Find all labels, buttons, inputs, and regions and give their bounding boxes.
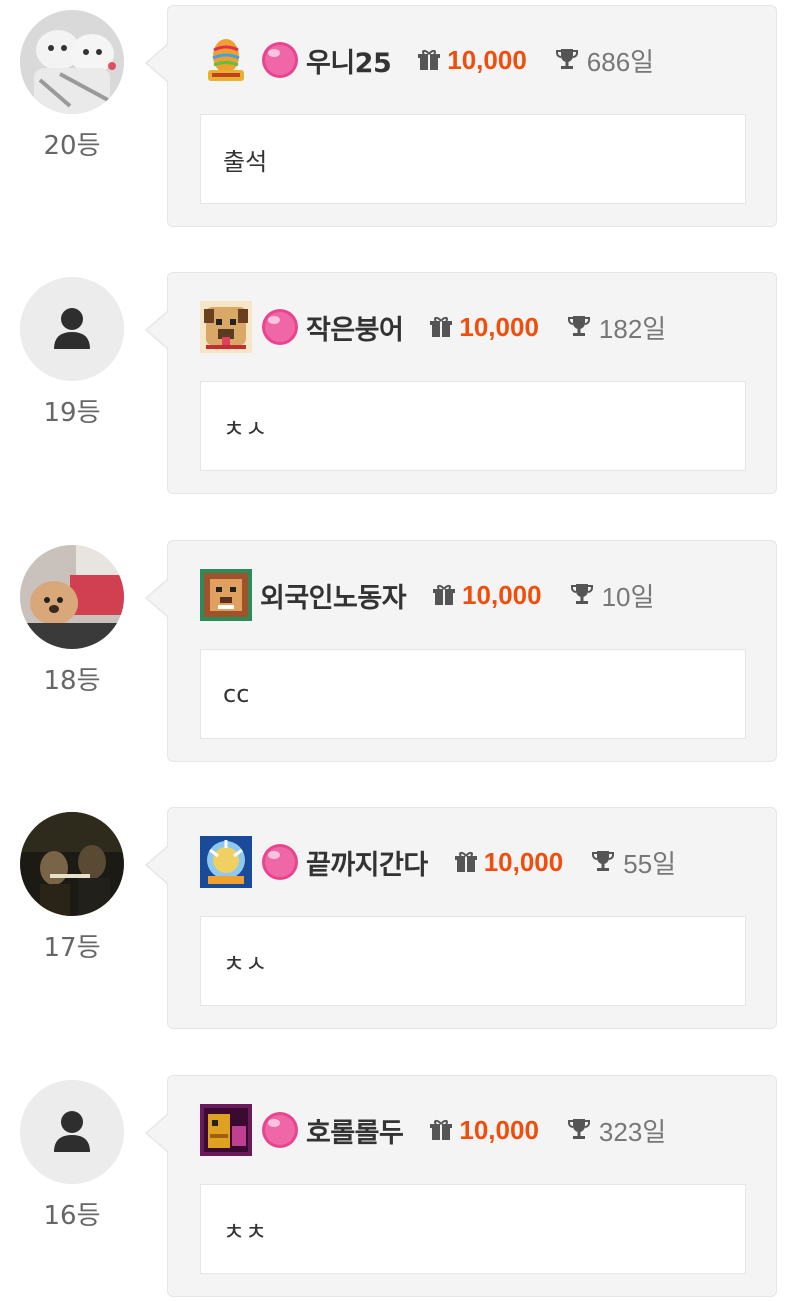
rank-label: 19등: [43, 398, 101, 428]
comment-bubble: 우니25 10,000 686일 출석: [145, 5, 777, 227]
comment-text: ㅊㅅ: [200, 916, 746, 1006]
nickname[interactable]: 우니25: [306, 41, 392, 80]
attendance-days: 182일: [598, 313, 667, 344]
pink-candy-icon: [260, 842, 300, 882]
puppy-photo-avatar[interactable]: [20, 545, 124, 649]
entry-header: 호롤롤두 10,000 323일: [200, 1104, 766, 1156]
ranking-entry: 18등 외국인노동자 10,000 10일 cc: [0, 540, 800, 766]
gift-icon: [429, 1118, 453, 1142]
comment-text: 출석: [200, 114, 746, 204]
trophy-icon: [567, 314, 593, 340]
pink-candy-icon: [260, 40, 300, 80]
entry-header: 외국인노동자 10,000 10일: [200, 569, 766, 621]
default-user-avatar[interactable]: [20, 277, 124, 381]
trophy-icon: [555, 47, 581, 73]
nickname[interactable]: 외국인노동자: [260, 576, 407, 615]
points-value: 10,000: [459, 1114, 539, 1145]
movie-still-avatar[interactable]: [20, 812, 124, 916]
trophy-icon: [570, 582, 596, 608]
points-value: 10,000: [447, 44, 527, 75]
points-value: 10,000: [462, 579, 542, 610]
attendance-days: 10일: [601, 581, 655, 612]
ranking-entry: 20등 우니25 10,000 686일 출석: [0, 5, 800, 231]
comment-bubble: 외국인노동자 10,000 10일 cc: [145, 540, 777, 762]
ranking-entry: 17등 끝까지간다 10,000 55일 ㅊㅅ: [0, 807, 800, 1033]
nickname[interactable]: 끝까지간다: [306, 843, 428, 882]
gift-icon: [417, 48, 441, 72]
rank-label: 20등: [43, 131, 101, 161]
rank-label: 16등: [43, 1201, 101, 1231]
entry-header: 우니25 10,000 686일: [200, 34, 766, 86]
gift-icon: [429, 315, 453, 339]
nickname[interactable]: 작은붕어: [306, 308, 404, 347]
pug-level-icon: [200, 301, 252, 353]
default-user-avatar[interactable]: [20, 1080, 124, 1184]
comment-text: ㅊㅅ: [200, 381, 746, 471]
ranking-entry: 16등 호롤롤두 10,000 323일 ㅊㅊ: [0, 1075, 800, 1301]
comment-text: cc: [200, 649, 746, 739]
points-value: 10,000: [459, 311, 539, 342]
dragon-shield-level-icon: [200, 836, 252, 888]
comment-bubble: 호롤롤두 10,000 323일 ㅊㅊ: [145, 1075, 777, 1297]
trophy-icon: [591, 849, 617, 875]
easter-egg-level-icon: [200, 34, 252, 86]
gift-icon: [432, 583, 456, 607]
trophy-icon: [567, 1117, 593, 1143]
pink-candy-icon: [260, 307, 300, 347]
nickname[interactable]: 호롤롤두: [306, 1111, 404, 1150]
gift-icon: [454, 850, 478, 874]
attendance-days: 55일: [623, 848, 677, 879]
entry-header: 작은붕어 10,000 182일: [200, 301, 766, 353]
attendance-days: 323일: [598, 1116, 667, 1147]
points-value: 10,000: [483, 846, 564, 877]
attendance-ranking-list: 20등 우니25 10,000 686일 출석 19등 작은붕어 10,000 …: [0, 0, 800, 1297]
comment-bubble: 작은붕어 10,000 182일 ㅊㅅ: [145, 272, 777, 494]
rank-label: 18등: [43, 666, 101, 696]
comment-bubble: 끝까지간다 10,000 55일 ㅊㅅ: [145, 807, 777, 1029]
pink-candy-icon: [260, 1110, 300, 1150]
comment-text: ㅊㅊ: [200, 1184, 746, 1274]
rank-label: 17등: [43, 933, 101, 963]
attendance-days: 686일: [586, 46, 655, 77]
lion-level-icon: [200, 569, 252, 621]
entry-header: 끝까지간다 10,000 55일: [200, 836, 766, 888]
monster-level-icon: [200, 1104, 252, 1156]
ranking-entry: 19등 작은붕어 10,000 182일 ㅊㅅ: [0, 272, 800, 498]
dog-photo-avatar[interactable]: [20, 10, 124, 114]
